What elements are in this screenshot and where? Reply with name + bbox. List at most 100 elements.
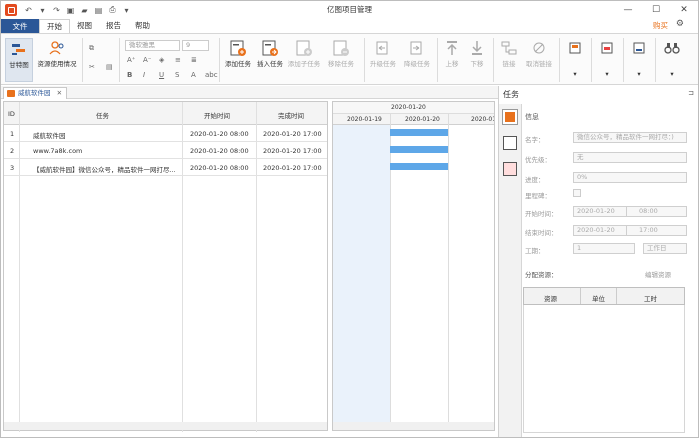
font-family-select[interactable]: 微软雅黑 <box>125 40 180 51</box>
start-date-field[interactable]: 2020-01-20 <box>573 206 627 217</box>
bold-icon[interactable]: B <box>127 71 132 79</box>
row-task[interactable]: www.7a8k.com <box>33 147 82 155</box>
row-start[interactable]: 2020-01-20 08:00 <box>190 147 249 155</box>
find-dropdown-icon: ▾ <box>670 70 674 78</box>
duration-unit-select[interactable]: 工作日 <box>643 243 687 254</box>
start-time-field[interactable]: 08:00 <box>626 206 687 217</box>
hyperlink-button[interactable]: ▾ <box>629 38 649 78</box>
add-subtask-button[interactable]: 添加子任务 <box>287 38 321 68</box>
gantt-hscrollbar[interactable] <box>333 422 494 430</box>
table-row[interactable]: 1 威航软件园 2020-01-20 08:00 2020-01-20 17:0… <box>4 125 327 142</box>
grow-font-icon[interactable]: A⁺ <box>127 56 135 64</box>
briefcase-icon[interactable] <box>503 136 517 150</box>
remove-task-label: 移除任务 <box>328 60 354 68</box>
add-task-icon <box>228 38 248 58</box>
info-icon[interactable] <box>502 109 518 125</box>
milestone-checkbox[interactable] <box>573 189 581 197</box>
save-icon[interactable]: ▤ <box>93 5 104 16</box>
document-tab[interactable]: 威航软件园 ✕ <box>3 87 68 99</box>
print-icon[interactable]: ⎙ <box>107 5 118 16</box>
col-end[interactable]: 完成时间 <box>278 110 304 120</box>
highlight-icon[interactable]: abc <box>205 71 218 79</box>
col-start[interactable]: 开始时间 <box>204 110 230 120</box>
row-start[interactable]: 2020-01-20 08:00 <box>190 130 249 138</box>
remove-task-button[interactable]: 移除任务 <box>325 38 357 68</box>
insert-task-button[interactable]: 插入任务 <box>255 38 285 68</box>
gantt-view-button[interactable]: 甘特图 <box>5 38 33 82</box>
app-logo-icon <box>5 4 17 16</box>
resource-table-body <box>523 305 685 433</box>
resource-assign-icon[interactable] <box>503 162 517 176</box>
row-start[interactable]: 2020-01-20 08:00 <box>190 164 249 172</box>
buy-link[interactable]: 购买 <box>653 20 668 31</box>
col-task[interactable]: 任务 <box>96 110 109 120</box>
pin-icon[interactable]: ⊐ <box>688 89 694 97</box>
find-button[interactable]: ▾ <box>661 38 683 78</box>
copy-icon[interactable]: ⧉ <box>89 44 94 53</box>
folder-icon[interactable]: ▰ <box>79 5 90 16</box>
gantt-bar[interactable] <box>390 129 448 136</box>
row-task[interactable]: 威航软件园 <box>33 130 66 140</box>
insert-task-icon <box>260 38 280 58</box>
gear-icon[interactable]: ⚙ <box>676 19 684 29</box>
table-hscrollbar[interactable] <box>4 422 327 430</box>
add-task-button[interactable]: 添加任务 <box>223 38 253 68</box>
menu-bar: 文件 开始 视图 报告 帮助 购买 ⚙ <box>1 19 698 33</box>
italic-icon[interactable]: I <box>143 71 145 79</box>
move-down-button[interactable]: 下移 <box>466 38 488 68</box>
progress-stepper[interactable]: 0% <box>573 172 687 183</box>
row-end[interactable]: 2020-01-20 17:00 <box>263 164 322 172</box>
table-row[interactable]: 3 【威航软件园】微信公众号，精品软件一网打尽... 2020-01-20 08… <box>4 159 327 176</box>
section-info: 信息 <box>525 113 539 121</box>
duration-field[interactable]: 1 <box>573 243 635 254</box>
customize-icon[interactable]: ▾ <box>121 5 132 16</box>
end-time-field[interactable]: 17:00 <box>626 225 687 236</box>
cut-icon[interactable]: ✂ <box>89 63 95 71</box>
close-button[interactable]: ✕ <box>670 1 698 19</box>
align-icon[interactable]: ≡ <box>175 56 181 64</box>
strikethrough-icon[interactable]: S <box>175 71 179 79</box>
task-info-button[interactable]: ▾ <box>565 38 585 78</box>
unlink-button[interactable]: 取消链接 <box>523 38 555 68</box>
maximize-button[interactable]: ☐ <box>642 1 670 19</box>
clear-format-icon[interactable]: ◈ <box>159 56 164 64</box>
font-size-select[interactable]: 9 <box>182 40 209 51</box>
row-end[interactable]: 2020-01-20 17:00 <box>263 130 322 138</box>
menu-help[interactable]: 帮助 <box>128 19 157 33</box>
gantt-bar[interactable] <box>390 146 448 153</box>
align-right-icon[interactable]: ≣ <box>191 56 197 64</box>
downgrade-task-button[interactable]: 降级任务 <box>401 38 433 68</box>
name-field[interactable]: 微信公众号，精品软件一网打尽：) <box>573 132 687 143</box>
quick-access-toolbar: ↶ ▾ ↷ ▣ ▰ ▤ ⎙ ▾ <box>23 5 135 16</box>
underline-icon[interactable]: U <box>159 71 164 79</box>
note-button[interactable]: ▾ <box>597 38 617 78</box>
arrow-up-icon <box>442 38 462 58</box>
table-row[interactable]: 2 www.7a8k.com 2020-01-20 08:00 2020-01-… <box>4 142 327 159</box>
document-icon <box>7 90 15 97</box>
minimize-button[interactable]: — <box>614 1 642 19</box>
font-color-icon[interactable]: A <box>191 71 196 79</box>
paste-icon[interactable]: ▤ <box>106 63 113 71</box>
gantt-bar[interactable] <box>390 163 448 170</box>
redo-icon[interactable]: ↷ <box>51 5 62 16</box>
open-icon[interactable]: ▣ <box>65 5 76 16</box>
resource-usage-button[interactable]: 资源使用情况 <box>35 38 79 68</box>
end-date-field[interactable]: 2020-01-20 <box>573 225 627 236</box>
row-task[interactable]: 【威航软件园】微信公众号，精品软件一网打尽... <box>33 164 181 174</box>
priority-select[interactable]: 无 <box>573 152 687 163</box>
dropdown-icon[interactable]: ▾ <box>37 5 48 16</box>
link-button[interactable]: 链接 <box>497 38 521 68</box>
row-end[interactable]: 2020-01-20 17:00 <box>263 147 322 155</box>
undo-icon[interactable]: ↶ <box>23 5 34 16</box>
menu-report[interactable]: 报告 <box>99 19 128 33</box>
col-id[interactable]: ID <box>8 110 15 118</box>
title-bar: ↶ ▾ ↷ ▣ ▰ ▤ ⎙ ▾ 亿图项目管理 — ☐ ✕ <box>1 1 698 19</box>
close-tab-icon[interactable]: ✕ <box>57 89 62 97</box>
menu-start[interactable]: 开始 <box>39 19 70 33</box>
move-up-button[interactable]: 上移 <box>441 38 463 68</box>
upgrade-task-button[interactable]: 升级任务 <box>367 38 399 68</box>
shrink-font-icon[interactable]: A⁻ <box>143 56 151 64</box>
menu-view[interactable]: 视图 <box>70 19 99 33</box>
edit-resource-link[interactable]: 编辑资源 <box>645 269 671 279</box>
menu-file[interactable]: 文件 <box>1 19 39 33</box>
